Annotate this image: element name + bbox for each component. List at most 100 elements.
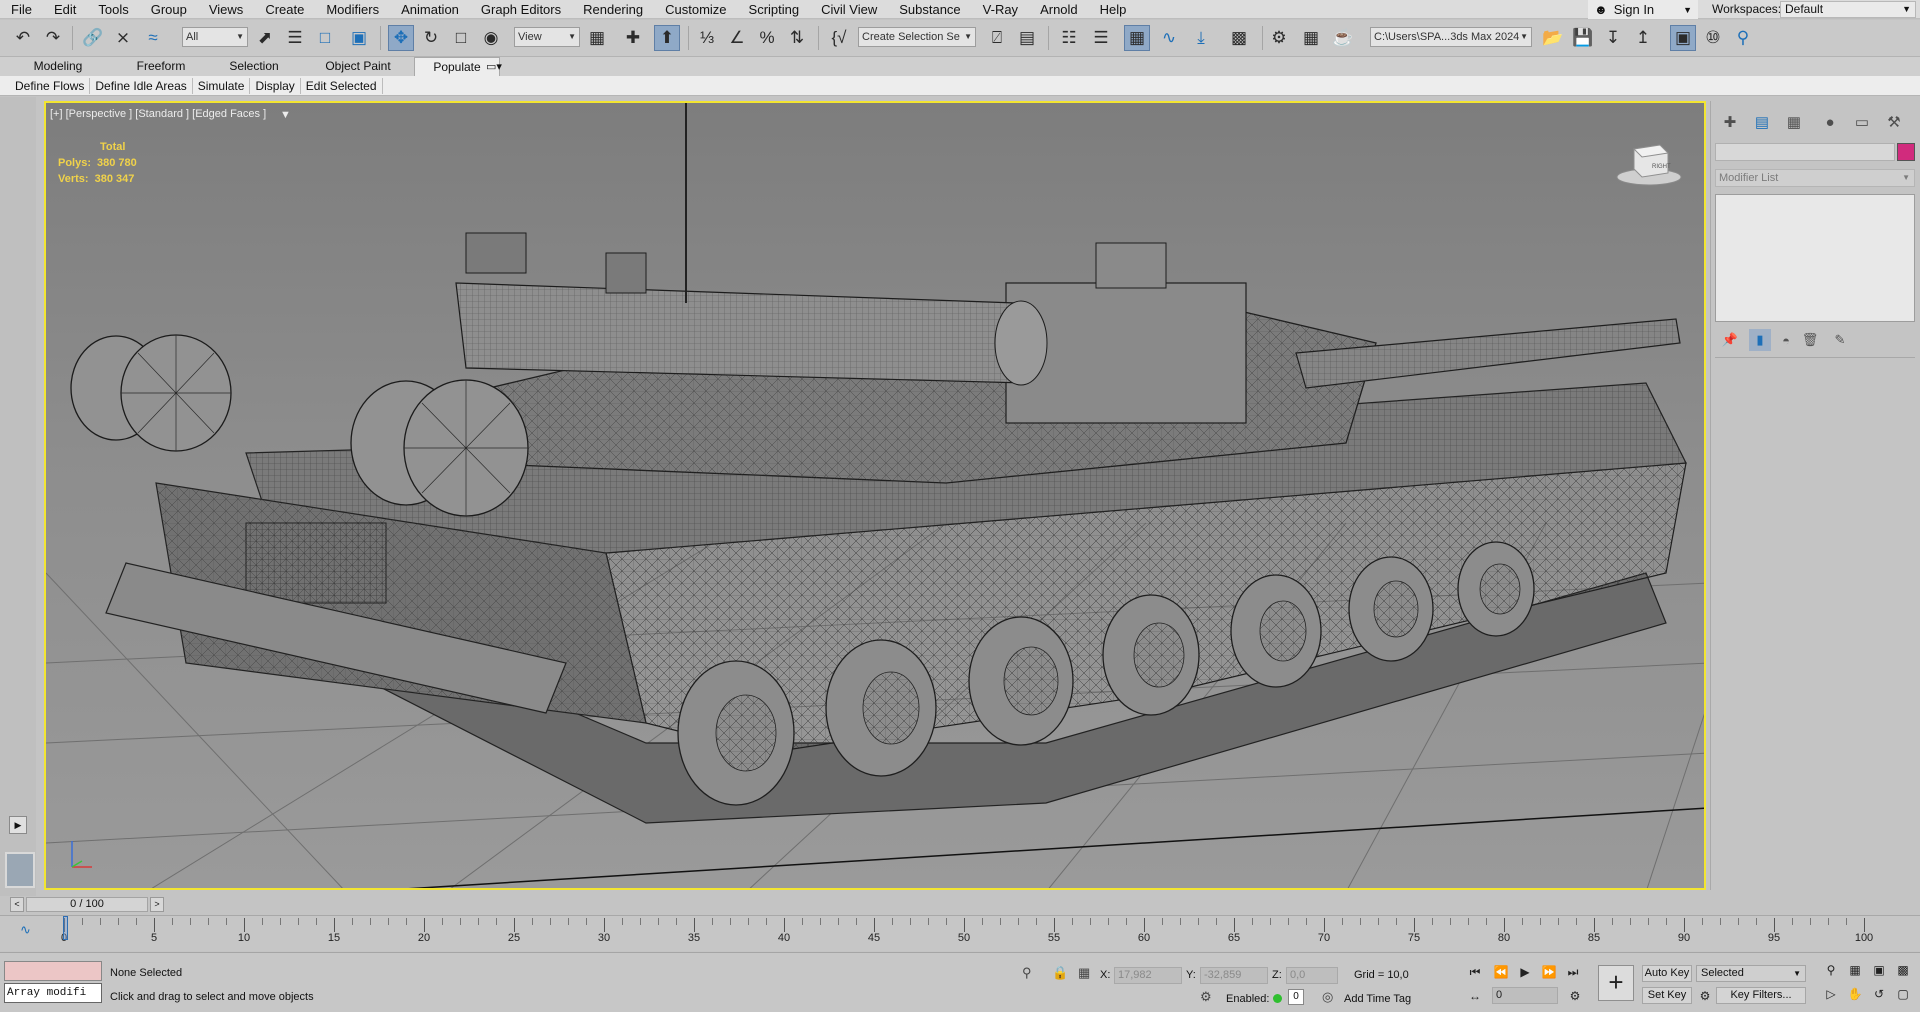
bind-space-warp-icon[interactable]: ≈ — [140, 25, 166, 51]
adaptive-degradation-icon[interactable]: ⚙ — [1200, 989, 1212, 1005]
modifier-list-dropdown[interactable]: Modifier List ▼ — [1715, 169, 1915, 187]
mini-curve-editor-icon[interactable]: ∿ — [20, 922, 31, 938]
menu-graph-editors[interactable]: Graph Editors — [470, 0, 572, 19]
render-frame-window-icon[interactable]: ▦ — [1298, 25, 1324, 51]
save-file-icon[interactable]: 💾 — [1570, 25, 1596, 51]
orbit-icon[interactable]: ↺ — [1870, 985, 1888, 1003]
menu-views[interactable]: Views — [198, 0, 254, 19]
tab-selection[interactable]: Selection — [206, 57, 302, 76]
play-icon[interactable]: ▶ — [1516, 963, 1534, 981]
define-idle-areas-button[interactable]: Define Idle Areas — [90, 77, 193, 94]
redo-icon[interactable]: ↷ — [40, 25, 66, 51]
simulate-button[interactable]: Simulate — [193, 77, 251, 94]
export-icon[interactable]: ↥ — [1630, 25, 1656, 51]
scale-icon[interactable]: □ — [448, 25, 474, 51]
previous-key-icon[interactable]: ⏪ — [1492, 963, 1510, 981]
menu-group[interactable]: Group — [140, 0, 198, 19]
pin-stack-icon[interactable]: 📌 — [1719, 329, 1741, 351]
select-by-name-icon[interactable]: ☰ — [282, 25, 308, 51]
containers-icon[interactable]: ▣ — [1670, 25, 1696, 51]
ribbon-options-icon[interactable]: ▭▾ — [486, 60, 502, 73]
absolute-mode-icon[interactable]: ▦ — [1078, 965, 1090, 981]
key-mode-toggle-icon[interactable]: ↔ — [1466, 987, 1484, 1005]
filter-icon[interactable]: ▼ — [280, 109, 291, 121]
scene-explorer-icon[interactable]: ☷ — [1056, 25, 1082, 51]
y-coordinate-field[interactable]: -32,859 — [1200, 967, 1268, 984]
percent-snap-icon[interactable]: % — [754, 25, 780, 51]
field-of-view-icon[interactable]: ▷ — [1822, 985, 1840, 1003]
menu-arnold[interactable]: Arnold — [1029, 0, 1089, 19]
maxscript-listener-output[interactable] — [4, 961, 102, 981]
window-crossing-icon[interactable]: ▣ — [346, 25, 372, 51]
zoom-all-icon[interactable]: ▦ — [1846, 961, 1864, 979]
menu-edit[interactable]: Edit — [43, 0, 87, 19]
menu-file[interactable]: File — [0, 0, 43, 19]
mirror-icon[interactable]: ⍁ — [984, 25, 1010, 51]
workspace-dropdown[interactable]: Default ▼ — [1780, 1, 1916, 18]
next-frame-icon[interactable]: > — [150, 897, 164, 912]
remove-modifier-icon[interactable]: 🗑 — [1799, 329, 1821, 351]
curve-editor-icon[interactable]: ∿ — [1156, 25, 1182, 51]
viewport-layout-thumbnail[interactable] — [5, 852, 35, 888]
menu-scripting[interactable]: Scripting — [738, 0, 811, 19]
menu-modifiers[interactable]: Modifiers — [315, 0, 390, 19]
key-filters-icon[interactable]: ⚙ — [1696, 987, 1714, 1005]
auto-key-button[interactable]: Auto Key — [1642, 965, 1692, 982]
zoom-extents-all-icon[interactable]: ▩ — [1894, 961, 1912, 979]
link-icon[interactable]: 🔗 — [80, 25, 106, 51]
set-keys-button[interactable]: + — [1598, 965, 1634, 1001]
undo-icon[interactable]: ↶ — [10, 25, 36, 51]
playhead[interactable] — [63, 916, 68, 940]
material-editor-icon[interactable]: ▩ — [1226, 25, 1252, 51]
hierarchy-tab-icon[interactable]: ▦ — [1779, 111, 1809, 133]
tab-object-paint[interactable]: Object Paint — [302, 57, 414, 76]
z-coordinate-field[interactable]: 0,0 — [1286, 967, 1338, 984]
track-bar[interactable]: ∿ 0 5 10 15 20 25 30 35 40 45 50 55 60 65 70 75 80 85 90 95… — [0, 915, 1920, 951]
keyboard-shortcut-override-icon[interactable]: ⬆ — [654, 25, 680, 51]
schematic-view-icon[interactable]: ⤓ — [1188, 25, 1214, 51]
named-selection-dropdown[interactable]: Create Selection Se ▼ — [858, 27, 976, 47]
modify-tab-icon[interactable]: ▤ — [1747, 111, 1777, 133]
help-search-icon[interactable]: ⚲ — [1730, 25, 1756, 51]
prev-frame-icon[interactable]: < — [10, 897, 24, 912]
next-key-icon[interactable]: ⏩ — [1540, 963, 1558, 981]
zoom-extents-icon[interactable]: ▣ — [1870, 961, 1888, 979]
open-file-icon[interactable]: 📂 — [1540, 25, 1566, 51]
move-icon[interactable]: ✥ — [388, 25, 414, 51]
motion-tab-icon[interactable]: ● — [1815, 111, 1845, 133]
select-manipulate-icon[interactable]: ✚ — [620, 25, 646, 51]
go-to-start-icon[interactable]: ⏮ — [1466, 963, 1484, 981]
align-icon[interactable]: ▤ — [1014, 25, 1040, 51]
time-tag-icon[interactable]: ◎ — [1322, 989, 1333, 1005]
viewcube[interactable]: RIGHT — [1616, 139, 1682, 187]
project-path-dropdown[interactable]: C:\Users\SPA...3ds Max 2024 ▼ — [1370, 27, 1532, 47]
rotate-icon[interactable]: ↻ — [418, 25, 444, 51]
menu-create[interactable]: Create — [254, 0, 315, 19]
rectangular-selection-icon[interactable]: □ — [312, 25, 338, 51]
menu-help[interactable]: Help — [1089, 0, 1138, 19]
menu-customize[interactable]: Customize — [654, 0, 737, 19]
render-setup-icon[interactable]: ⚙ — [1266, 25, 1292, 51]
time-configuration-icon[interactable]: ⚙ — [1566, 987, 1584, 1005]
object-color-swatch[interactable] — [1897, 143, 1915, 161]
modifier-stack[interactable] — [1715, 194, 1915, 322]
key-mode-dropdown[interactable]: Selected ▼ — [1696, 965, 1806, 982]
create-tab-icon[interactable]: ✚ — [1715, 111, 1745, 133]
menu-civil-view[interactable]: Civil View — [810, 0, 888, 19]
add-time-tag-button[interactable]: Add Time Tag — [1344, 993, 1411, 1005]
frame-ruler[interactable]: 0 5 10 15 20 25 30 35 40 45 50 55 60 65 70 75 80 85 90 95 10… — [61, 916, 1873, 952]
utilities-tab-icon[interactable]: ⚒ — [1879, 111, 1909, 133]
ref-coord-dropdown[interactable]: View ▼ — [514, 27, 580, 47]
display-tab-icon[interactable]: ▭ — [1847, 111, 1877, 133]
display-button[interactable]: Display — [250, 77, 301, 94]
define-flows-button[interactable]: Define Flows — [10, 77, 91, 94]
version-badge-icon[interactable]: ⑩ — [1700, 25, 1726, 51]
layer-explorer-icon[interactable]: ☰ — [1088, 25, 1114, 51]
ribbon-toggle-icon[interactable]: ▦ — [1124, 25, 1150, 51]
perspective-viewport[interactable]: [+] [Perspective ] [Standard ] [Edged Fa… — [44, 101, 1706, 890]
render-production-icon[interactable]: ☕ — [1330, 25, 1356, 51]
make-unique-icon[interactable]: ◓ — [1775, 329, 1797, 351]
current-frame-field[interactable]: 0 — [1492, 987, 1558, 1004]
tab-freeform[interactable]: Freeform — [116, 57, 206, 76]
selection-filter-dropdown[interactable]: All ▼ — [182, 27, 248, 47]
